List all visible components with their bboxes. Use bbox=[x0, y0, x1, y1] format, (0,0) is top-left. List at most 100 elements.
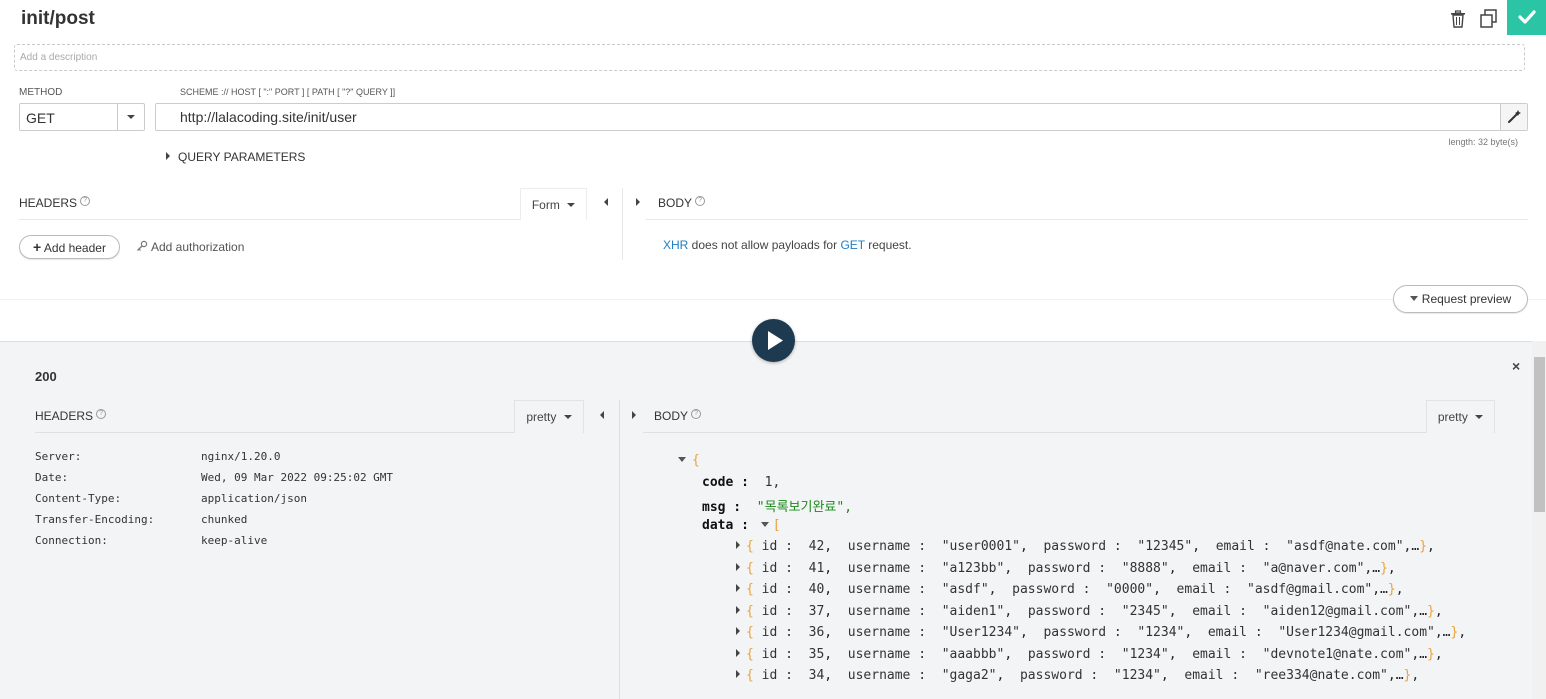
request-preview-button[interactable]: Request preview bbox=[1393, 285, 1528, 313]
json-line: { bbox=[678, 453, 1466, 475]
collapse-left-icon[interactable] bbox=[600, 411, 604, 419]
json-item-row[interactable]: { id : 34, username : "gaga2", password … bbox=[678, 668, 1466, 690]
save-button[interactable] bbox=[1507, 0, 1546, 35]
collapse-right-icon[interactable] bbox=[632, 411, 636, 419]
trash-icon[interactable] bbox=[1450, 10, 1466, 28]
json-value: "aaabbb" bbox=[941, 646, 1005, 662]
json-item-row[interactable]: { id : 36, username : "User1234", passwo… bbox=[678, 625, 1466, 647]
xhr-method-link[interactable]: GET bbox=[840, 238, 864, 252]
json-value: "0000" bbox=[1106, 582, 1154, 597]
scrollbar-thumb[interactable] bbox=[1534, 357, 1545, 512]
json-key: email : bbox=[1192, 560, 1247, 576]
expand-toggle-icon[interactable] bbox=[736, 605, 740, 614]
json-value: 40 bbox=[808, 582, 825, 597]
json-value: "asdf@gmail.com" bbox=[1247, 582, 1373, 597]
magic-wand-button[interactable] bbox=[1500, 104, 1527, 130]
expand-toggle-icon[interactable] bbox=[736, 541, 740, 549]
collapse-right-icon[interactable] bbox=[636, 198, 640, 206]
help-icon[interactable]: ? bbox=[695, 196, 706, 206]
json-item-row[interactable]: { id : 35, username : "aaabbb", password… bbox=[678, 647, 1466, 669]
triangle-down-icon bbox=[1409, 296, 1418, 301]
help-icon[interactable]: ? bbox=[96, 409, 107, 419]
json-key: id : bbox=[761, 539, 793, 554]
xhr-link[interactable]: XHR bbox=[663, 238, 688, 252]
json-open-bracket: [ bbox=[772, 517, 781, 533]
collapse-left-icon[interactable] bbox=[604, 198, 608, 206]
response-headers-list: Server: nginx/1.20.0 Date: Wed, 09 Mar 202… bbox=[35, 450, 393, 555]
json-value: "asdf@nate.com" bbox=[1286, 539, 1404, 554]
panel-divider[interactable] bbox=[622, 188, 623, 260]
close-icon[interactable]: × bbox=[1512, 358, 1520, 374]
query-parameters-label: QUERY PARAMETERS bbox=[178, 150, 306, 164]
json-value: "1234" bbox=[1113, 668, 1161, 683]
form-label: Form bbox=[531, 198, 560, 212]
json-open-brace: { bbox=[746, 646, 754, 662]
pretty-label: pretty bbox=[526, 410, 557, 424]
add-header-button[interactable]: + Add header bbox=[19, 235, 120, 259]
divider bbox=[643, 432, 1495, 433]
json-item-row[interactable]: { id : 41, username : "a123bb", password… bbox=[678, 561, 1466, 583]
collapse-toggle-icon[interactable] bbox=[678, 457, 686, 462]
expand-toggle-icon[interactable] bbox=[736, 648, 740, 657]
help-icon[interactable]: ? bbox=[691, 409, 702, 419]
json-item-row[interactable]: { id : 42, username : "user0001", passwo… bbox=[678, 539, 1466, 561]
json-key: email : bbox=[1184, 668, 1240, 683]
json-value: "gaga2" bbox=[941, 668, 997, 683]
method-dropdown-toggle[interactable] bbox=[117, 104, 144, 130]
response-headers-format-dropdown[interactable]: pretty bbox=[514, 400, 584, 433]
json-value: "a@naver.com" bbox=[1262, 560, 1365, 576]
expand-toggle-icon[interactable] bbox=[736, 627, 740, 635]
url-field[interactable] bbox=[155, 103, 1528, 131]
json-open-brace: { bbox=[746, 582, 754, 597]
response-body-title: BODY? bbox=[654, 409, 702, 423]
json-close-brace: } bbox=[1419, 539, 1428, 554]
json-key: password : bbox=[1043, 539, 1122, 554]
header-name: Server: bbox=[35, 450, 82, 463]
key-icon bbox=[137, 240, 148, 251]
response-body-format-dropdown[interactable]: pretty bbox=[1426, 400, 1495, 433]
url-length: length: 32 byte(s) bbox=[1448, 137, 1518, 147]
query-parameters-toggle[interactable]: QUERY PARAMETERS bbox=[166, 150, 305, 164]
json-value: 41 bbox=[808, 560, 825, 576]
send-request-button[interactable] bbox=[752, 319, 795, 362]
header-name: Date: bbox=[35, 471, 69, 484]
caret-down-icon bbox=[127, 115, 135, 119]
json-value: 36 bbox=[808, 625, 825, 640]
header-row: Content-Type: application/json bbox=[35, 492, 393, 513]
json-key: id : bbox=[761, 625, 793, 640]
add-authorization-link[interactable]: Add authorization bbox=[136, 240, 244, 254]
json-key: email : bbox=[1176, 582, 1232, 597]
json-key: email : bbox=[1207, 625, 1263, 640]
header-name: Transfer-Encoding: bbox=[35, 513, 155, 526]
copy-icon[interactable] bbox=[1479, 9, 1498, 28]
scheme-label: SCHEME :// HOST [ ":" PORT ] [ PATH [ "?… bbox=[180, 87, 396, 97]
add-header-label: Add header bbox=[43, 241, 106, 255]
json-value: "devnote1@nate.com" bbox=[1262, 646, 1412, 662]
divider bbox=[646, 219, 1528, 220]
expand-toggle-icon[interactable] bbox=[736, 584, 740, 592]
json-value: "8888" bbox=[1121, 560, 1169, 576]
expand-toggle-icon[interactable] bbox=[736, 562, 740, 571]
response-headers-label: HEADERS bbox=[35, 409, 94, 423]
json-value: "user0001" bbox=[941, 539, 1020, 554]
panel-divider[interactable] bbox=[619, 400, 620, 699]
json-value: 35 bbox=[808, 646, 825, 662]
collapse-toggle-icon[interactable] bbox=[760, 521, 769, 527]
json-item-row[interactable]: { id : 37, username : "aiden1", password… bbox=[678, 604, 1466, 626]
headers-format-dropdown[interactable]: Form bbox=[520, 188, 587, 220]
method-select[interactable]: GET bbox=[19, 103, 145, 131]
json-key: code : bbox=[702, 474, 749, 490]
description-input[interactable] bbox=[14, 44, 1525, 71]
expand-toggle-icon[interactable] bbox=[736, 670, 740, 678]
help-icon[interactable]: ? bbox=[80, 196, 91, 206]
json-key: password : bbox=[1043, 625, 1122, 640]
json-close-brace: } bbox=[1380, 560, 1388, 576]
json-value: "User1234@gmail.com" bbox=[1278, 625, 1435, 640]
json-key: email : bbox=[1215, 539, 1271, 554]
json-item-row[interactable]: { id : 40, username : "asdf", password :… bbox=[678, 582, 1466, 604]
json-key: id : bbox=[761, 560, 793, 576]
url-input[interactable] bbox=[156, 104, 1500, 130]
request-body-title: BODY? bbox=[658, 196, 706, 210]
method-label: METHOD bbox=[19, 87, 63, 98]
json-close-brace: } bbox=[1450, 625, 1459, 640]
